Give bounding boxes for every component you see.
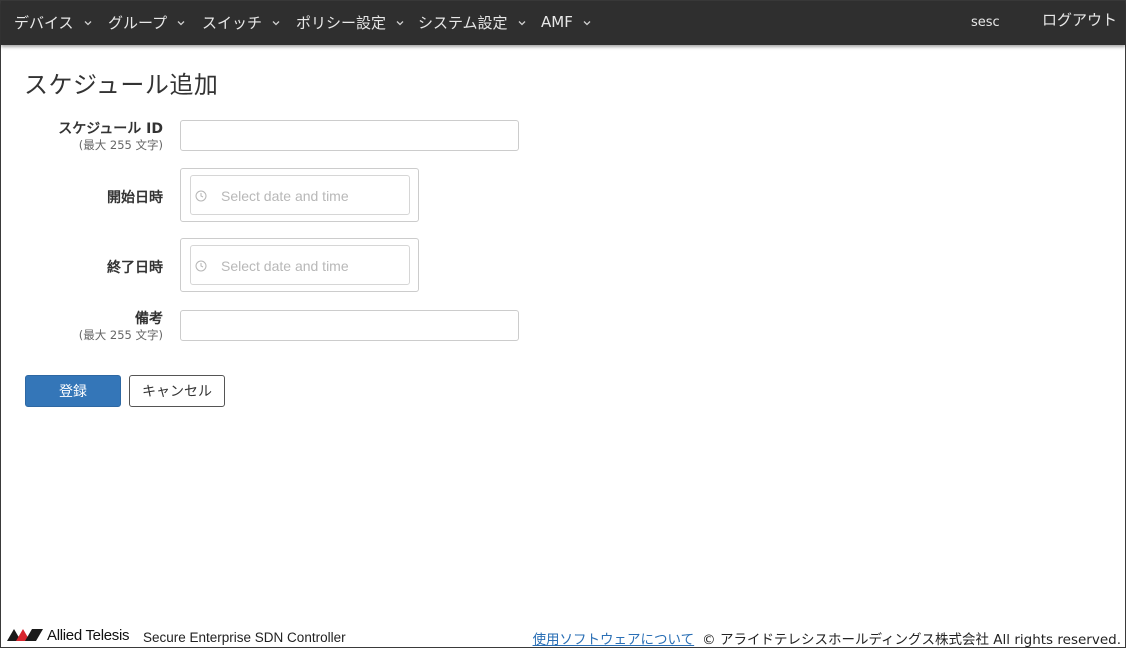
nav-menu-label: グループ <box>108 13 168 32</box>
nav-menu-groups[interactable]: グループ <box>108 1 186 43</box>
nav-menu-system-settings[interactable]: システム設定 <box>418 1 527 43</box>
schedule-id-hint: (最大 255 文字) <box>78 138 163 152</box>
end-datetime-label: 終了日時 <box>107 260 163 276</box>
footer-info: 使用ソフトウェアについて © アライドテレシスホールディングス株式会社 All r… <box>533 628 1121 648</box>
copyright-text: © アライドテレシスホールディングス株式会社 All rights reserv… <box>702 632 1121 648</box>
chevron-down-icon <box>517 18 527 28</box>
end-datetime-container: Select date and time <box>180 238 419 292</box>
nav-menu-switches[interactable]: スイッチ <box>202 1 281 43</box>
clock-icon <box>195 187 207 202</box>
brand-logo: Allied Telesis <box>7 626 130 644</box>
chevron-down-icon <box>83 18 93 28</box>
allied-telesis-logo-mark <box>7 629 43 641</box>
submit-button[interactable]: 登録 <box>25 375 121 407</box>
cancel-button[interactable]: キャンセル <box>129 375 225 407</box>
chevron-down-icon <box>176 18 186 28</box>
page-title: スケジュール追加 <box>24 71 219 99</box>
logout-link[interactable]: ログアウト <box>1042 0 1117 40</box>
end-datetime-input[interactable]: Select date and time <box>190 245 410 285</box>
clock-icon <box>195 257 207 272</box>
note-label: 備考 <box>135 311 163 327</box>
nav-menu-label: システム設定 <box>418 13 508 32</box>
product-name: Secure Enterprise SDN Controller <box>143 630 346 645</box>
chevron-down-icon <box>582 18 592 28</box>
brand-name: Allied Telesis <box>47 626 130 644</box>
top-navbar: デバイス グループ スイッチ ポリシー設定 システム設定 AMF sesc ログ… <box>1 1 1125 45</box>
start-datetime-placeholder: Select date and time <box>221 188 349 204</box>
nav-menu-devices[interactable]: デバイス <box>14 1 93 43</box>
start-datetime-input[interactable]: Select date and time <box>190 175 410 215</box>
nav-menu-label: ポリシー設定 <box>296 13 387 32</box>
nav-menu-label: スイッチ <box>202 13 263 32</box>
chevron-down-icon <box>271 18 281 28</box>
start-datetime-container: Select date and time <box>180 168 419 222</box>
chevron-down-icon <box>395 18 405 28</box>
schedule-id-label: スケジュール ID <box>58 121 163 137</box>
software-info-link[interactable]: 使用ソフトウェアについて <box>533 632 695 648</box>
nav-menu-policy-settings[interactable]: ポリシー設定 <box>296 1 405 43</box>
end-datetime-placeholder: Select date and time <box>221 258 349 274</box>
nav-user-name[interactable]: sesc <box>971 1 1000 43</box>
nav-menu-label: デバイス <box>14 13 74 32</box>
start-datetime-label: 開始日時 <box>107 190 163 206</box>
note-hint: (最大 255 文字) <box>78 328 163 342</box>
nav-menu-amf[interactable]: AMF <box>541 1 592 43</box>
note-input[interactable] <box>180 310 519 341</box>
nav-menu-label: AMF <box>541 13 573 31</box>
schedule-id-input[interactable] <box>180 120 519 151</box>
